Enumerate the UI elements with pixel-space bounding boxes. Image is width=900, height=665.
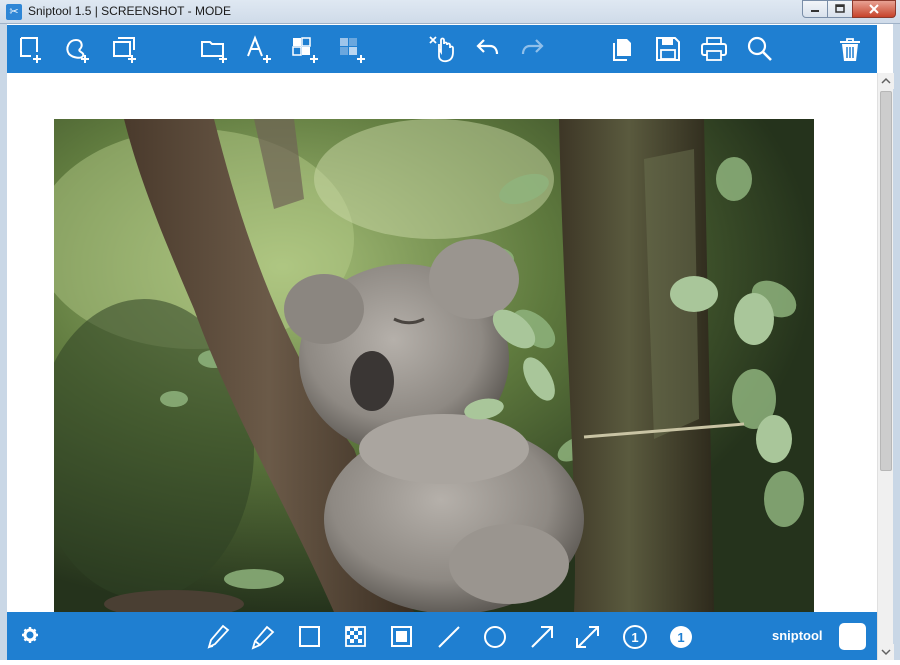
redo-icon[interactable] [518,34,548,64]
capture-rectangle-icon[interactable] [17,34,47,64]
vertical-scrollbar[interactable] [877,73,894,660]
close-button[interactable] [852,0,896,18]
scroll-down-icon [881,649,891,656]
circle-icon[interactable] [480,622,510,652]
bottom-toolbar: 1 1 sniptool [7,612,877,660]
window-left-border [0,24,7,660]
step-outline-number: 1 [631,630,638,645]
double-arrow-icon[interactable] [573,622,603,652]
title-bar: ✂ Sniptool 1.5 | SCREENSHOT - MODE [0,0,900,24]
minimize-icon [811,10,819,12]
scroll-thumb[interactable] [880,91,892,471]
capture-canvas[interactable] [7,73,877,612]
scroll-up-icon [881,77,891,84]
minimize-button[interactable] [802,0,828,18]
add-blur-icon[interactable] [337,34,367,64]
zoom-icon[interactable] [745,34,775,64]
add-text-icon[interactable] [245,34,275,64]
color-swatch[interactable] [839,623,866,650]
filled-rectangle-icon[interactable] [387,622,417,652]
open-folder-icon[interactable] [199,34,229,64]
maximize-icon [835,4,845,13]
step-filled-number: 1 [677,630,684,645]
koala-sleeping-in-tree-photo [54,119,814,612]
maximize-button[interactable] [827,0,853,18]
select-pointer-icon[interactable] [427,34,457,64]
arrow-icon[interactable] [527,622,557,652]
scissors-icon: ✂ [6,4,22,20]
print-icon[interactable] [699,34,729,64]
line-icon[interactable] [434,622,464,652]
pen-icon[interactable] [203,622,233,652]
copy-icon[interactable] [608,34,638,64]
undo-icon[interactable] [472,34,502,64]
window-controls [802,0,896,20]
capture-window-icon[interactable] [110,34,140,64]
close-icon [869,4,879,14]
rectangle-icon[interactable] [295,622,325,652]
settings-gear-icon[interactable] [17,622,47,652]
window-right-border [893,24,900,660]
top-toolbar [7,25,877,73]
step-number-outline-icon[interactable]: 1 [620,622,650,652]
save-icon[interactable] [653,34,683,64]
capture-freehand-icon[interactable] [63,34,93,64]
add-grid-icon[interactable] [290,34,320,64]
scroll-down-button[interactable] [878,644,894,660]
scroll-up-button[interactable] [878,73,894,89]
window-title: Sniptool 1.5 | SCREENSHOT - MODE [28,4,231,18]
delete-icon[interactable] [835,34,865,64]
marker-icon[interactable] [248,622,278,652]
brand-logo-text: sniptool [772,628,823,643]
pixelate-icon[interactable] [341,622,371,652]
step-number-filled-icon[interactable]: 1 [666,622,696,652]
